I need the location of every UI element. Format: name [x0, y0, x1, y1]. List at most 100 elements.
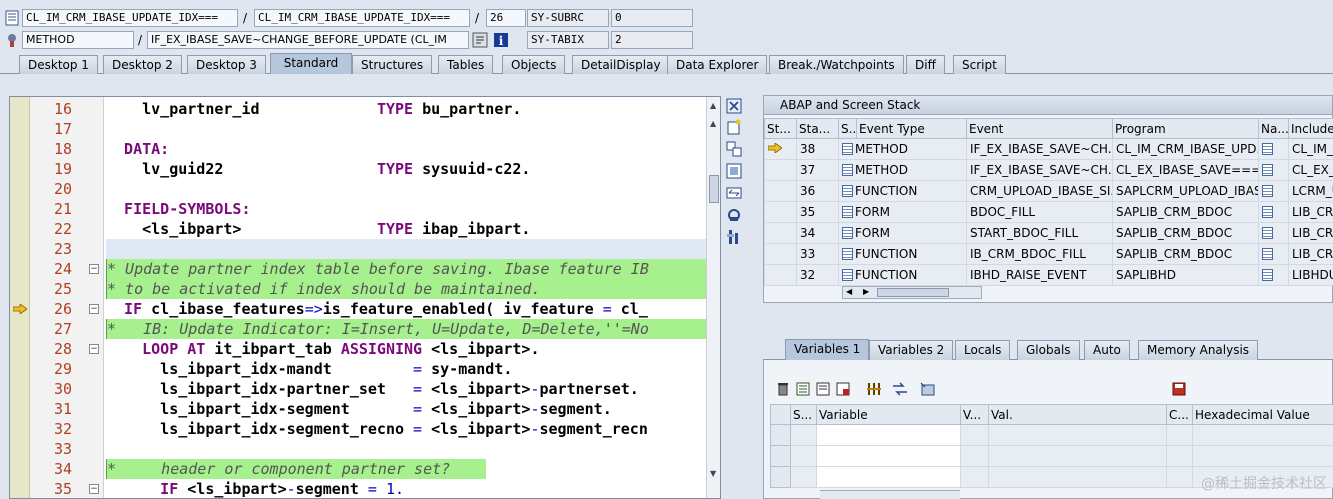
close-icon[interactable]: [726, 98, 742, 114]
column-header[interactable]: St...: [764, 118, 797, 139]
table-row[interactable]: 38 METHOD IF_EX_IBASE_SAVE~CH... CL_IM_C…: [764, 138, 1333, 160]
table-row[interactable]: 35 FORM BDOC_FILL SAPLIB_CRM_BDOC LIB_CR…: [764, 201, 1333, 223]
code-line[interactable]: 32 ls_ibpart_idx-segment_recno = <ls_ibp…: [10, 419, 710, 439]
editor-vertical-scrollbar[interactable]: ▲ ▲ ▼: [706, 97, 720, 498]
tab-script[interactable]: Script: [953, 55, 1006, 74]
code-line[interactable]: 34 * header or component partner set?: [10, 459, 710, 479]
new-tool-icon[interactable]: [726, 119, 742, 135]
column-header[interactable]: Val.: [988, 404, 1167, 425]
code-line[interactable]: 19 lv_guid22 TYPE sysuuid-c22.: [10, 159, 710, 179]
tab-detail-display[interactable]: DetailDisplay: [572, 55, 670, 74]
insert-row-icon[interactable]: [796, 382, 810, 396]
code-line[interactable]: 31 ls_ibpart_idx-segment = <ls_ibpart>-s…: [10, 399, 710, 419]
column-header[interactable]: Variable: [816, 404, 961, 425]
tab-variables-2[interactable]: Variables 2: [869, 340, 954, 360]
save-icon[interactable]: [1172, 382, 1186, 396]
swap-icon[interactable]: [726, 185, 742, 201]
table-row[interactable]: 36 FUNCTION CRM_UPLOAD_IBASE_SI... SAPLC…: [764, 180, 1333, 202]
tab-diff[interactable]: Diff: [906, 55, 945, 74]
event-type-field[interactable]: METHOD: [22, 31, 134, 49]
remove-icon[interactable]: [836, 382, 850, 396]
tab-memory-analysis[interactable]: Memory Analysis: [1138, 340, 1259, 360]
code-line[interactable]: 25 * to be activated if index should be …: [10, 279, 710, 299]
code-line[interactable]: 23: [10, 239, 710, 259]
column-header[interactable]: Event Type: [856, 118, 967, 139]
scroll-down-icon[interactable]: ▼: [710, 469, 716, 478]
scroll-up-icon[interactable]: ▲: [710, 119, 716, 128]
row-selector[interactable]: [770, 424, 791, 446]
delete-icon[interactable]: [776, 382, 790, 396]
tab-locals[interactable]: Locals: [955, 340, 1011, 360]
scroll-thumb[interactable]: [709, 175, 719, 203]
source-code-editor[interactable]: 16 lv_partner_id TYPE bu_partner. 17 18 …: [9, 96, 721, 499]
scroll-thumb[interactable]: [877, 288, 949, 297]
navigate-icon[interactable]: [1258, 222, 1289, 244]
table-row[interactable]: 32 FUNCTION IBHD_RAISE_EVENT SAPLIBHD LI…: [764, 264, 1333, 286]
code-line[interactable]: 21 FIELD-SYMBOLS:: [10, 199, 710, 219]
sysvar-name-field-2[interactable]: SY-TABIX: [527, 31, 609, 49]
code-line-current[interactable]: 26 − IF cl_ibase_features=>is_feature_en…: [10, 299, 710, 319]
column-header[interactable]: Hexadecimal Value: [1192, 404, 1333, 425]
code-line[interactable]: 27 * IB: Update Indicator: I=Insert, U=U…: [10, 319, 710, 339]
tab-globals[interactable]: Globals: [1017, 340, 1080, 360]
column-header[interactable]: Na...: [1258, 118, 1289, 139]
code-line[interactable]: 16 lv_partner_id TYPE bu_partner.: [10, 99, 710, 119]
fold-toggle[interactable]: −: [89, 264, 99, 274]
tab-objects[interactable]: Objects: [502, 55, 566, 74]
stack-horizontal-scrollbar[interactable]: ◀ ▶: [842, 286, 982, 299]
table-row[interactable]: [770, 424, 1333, 446]
tab-tables[interactable]: Tables: [438, 55, 494, 74]
tab-desktop-3[interactable]: Desktop 3: [187, 55, 266, 74]
tab-desktop-2[interactable]: Desktop 2: [103, 55, 182, 74]
tab-variables-1[interactable]: Variables 1: [785, 339, 870, 360]
fold-toggle[interactable]: −: [89, 304, 99, 314]
tab-break-watchpoints[interactable]: Break./Watchpoints: [769, 55, 904, 74]
scroll-left-icon[interactable]: ◀: [846, 287, 852, 296]
column-header[interactable]: Sta...: [796, 118, 839, 139]
fold-toggle[interactable]: −: [89, 484, 99, 494]
variable-input[interactable]: [816, 466, 961, 488]
row-selector-header[interactable]: [770, 404, 791, 425]
code-line[interactable]: 30 ls_ibpart_idx-partner_set = <ls_ibpar…: [10, 379, 710, 399]
navigate-icon[interactable]: [1258, 159, 1289, 181]
scroll-right-icon[interactable]: ▶: [863, 287, 869, 296]
load-icon[interactable]: [816, 382, 830, 396]
tab-data-explorer[interactable]: Data Explorer: [667, 55, 768, 74]
event-field[interactable]: IF_EX_IBASE_SAVE~CHANGE_BEFORE_UPDATE (C…: [147, 31, 469, 49]
line-number-field[interactable]: 26: [486, 9, 526, 27]
code-line[interactable]: 29 ls_ibpart_idx-mandt = sy-mandt.: [10, 359, 710, 379]
column-header[interactable]: Program: [1112, 118, 1259, 139]
table-row[interactable]: 33 FUNCTION IB_CRM_BDOC_FILL SAPLIB_CRM_…: [764, 243, 1333, 265]
column-header[interactable]: S...: [790, 404, 817, 425]
code-line[interactable]: 18 DATA:: [10, 139, 710, 159]
column-header[interactable]: S...: [838, 118, 857, 139]
sysvar-value-field[interactable]: 0: [611, 9, 693, 27]
code-line[interactable]: 20: [10, 179, 710, 199]
row-selector[interactable]: [770, 466, 791, 488]
code-line[interactable]: 33: [10, 439, 710, 459]
detail-icon[interactable]: [920, 382, 936, 396]
tab-structures[interactable]: Structures: [352, 55, 433, 74]
variable-input[interactable]: [816, 445, 961, 467]
variables-horizontal-scrollbar[interactable]: [820, 490, 960, 499]
column-header[interactable]: V...: [960, 404, 989, 425]
transfer-icon[interactable]: [866, 382, 882, 396]
services-icon[interactable]: [726, 207, 742, 223]
replace-tool-icon[interactable]: [726, 141, 742, 157]
navigate-icon[interactable]: [1258, 201, 1289, 223]
sysvar-value-field-2[interactable]: 2: [611, 31, 693, 49]
tab-standard[interactable]: Standard: [270, 53, 352, 74]
code-line[interactable]: 17: [10, 119, 710, 139]
navigate-icon[interactable]: [472, 32, 488, 48]
code-line[interactable]: 22 <ls_ibpart> TYPE ibap_ibpart.: [10, 219, 710, 239]
navigate-icon[interactable]: [1258, 243, 1289, 265]
sysvar-name-field[interactable]: SY-SUBRC: [527, 9, 609, 27]
tab-desktop-1[interactable]: Desktop 1: [19, 55, 98, 74]
settings-icon[interactable]: [726, 229, 742, 245]
navigate-icon[interactable]: [1258, 180, 1289, 202]
code-line[interactable]: 24 − * Update partner index table before…: [10, 259, 710, 279]
row-selector[interactable]: [770, 445, 791, 467]
maximize-icon[interactable]: [726, 163, 742, 179]
column-header[interactable]: C...: [1166, 404, 1193, 425]
table-row[interactable]: 34 FORM START_BDOC_FILL SAPLIB_CRM_BDOC …: [764, 222, 1333, 244]
